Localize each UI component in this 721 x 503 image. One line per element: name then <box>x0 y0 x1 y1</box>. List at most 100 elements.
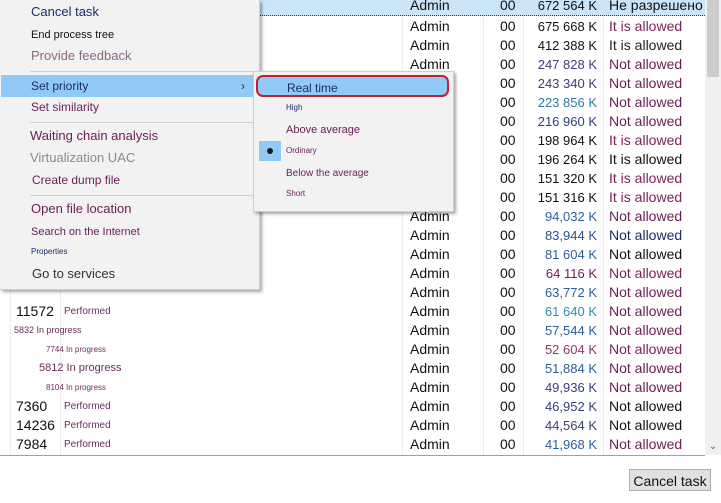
priority-below-average[interactable]: Below the average <box>254 164 453 184</box>
submenu-item-label: Real time <box>287 81 338 95</box>
memory-cell: 198 964 K <box>537 133 597 148</box>
menu-item-label: Open file location <box>31 201 132 216</box>
scroll-thumb[interactable] <box>707 0 719 77</box>
table-row[interactable]: 8104 In progress Admin 00 49,936 K Not allow… <box>0 378 705 397</box>
submenu-item-label: Above average <box>286 124 360 136</box>
status-cell: Performed <box>64 306 111 317</box>
uac-virtualization-cell: Not allowed <box>609 246 683 262</box>
memory-cell: 216 960 K <box>537 114 597 129</box>
menu-item-provide-feedback[interactable]: Provide feedback <box>0 45 259 67</box>
memory-cell: 61 640 K <box>544 304 597 319</box>
menu-item-label: Waiting chain analysis <box>30 128 159 143</box>
uac-virtualization-cell: It is allowed <box>609 18 683 34</box>
menu-item-set-priority[interactable]: Set priority › <box>1 75 255 97</box>
menu-item-waiting-chain-analysis[interactable]: Waiting chain analysis <box>0 125 259 147</box>
uac-virtualization-cell: Not allowed <box>609 360 683 376</box>
memory-cell: 83,944 K <box>544 228 597 243</box>
priority-above-average[interactable]: Above average <box>254 120 453 140</box>
user-cell: Admin <box>410 18 450 34</box>
memory-cell: 63,772 K <box>544 285 597 300</box>
menu-separator <box>30 195 256 196</box>
memory-cell: 94,032 K <box>544 209 597 224</box>
uac-virtualization-cell: Not allowed <box>609 265 683 281</box>
cancel-task-button[interactable]: Cancel task <box>629 469 711 491</box>
memory-cell: 52 604 K <box>544 342 597 357</box>
table-row[interactable]: 5812 In progress Admin 00 51,884 K Not allow… <box>0 359 705 378</box>
memory-cell: 51,884 K <box>544 361 597 376</box>
status-cell: Performed <box>64 420 111 431</box>
status-cell: 8104 In progress <box>46 383 107 392</box>
menu-item-properties[interactable]: Properties <box>0 241 259 263</box>
table-row[interactable]: 2116ВыполняетсяСИСТЕМА0027,920 KНе разре… <box>0 454 705 455</box>
priority-submenu: Real time High Above average Ordinary Be… <box>253 71 454 212</box>
uac-virtualization-cell: Not allowed <box>609 379 683 395</box>
radio-dot-icon <box>267 148 273 154</box>
memory-cell: 196 264 K <box>537 152 597 167</box>
submenu-item-label: Below the average <box>286 168 369 179</box>
menu-item-create-dump-file[interactable]: Create dump file <box>0 169 259 191</box>
uac-virtualization-cell: Not allowed <box>609 284 683 300</box>
vertical-scrollbar[interactable]: ⌄ <box>705 0 721 455</box>
uac-virtualization-cell: It is allowed <box>609 37 683 53</box>
menu-item-search-on-internet[interactable]: Search on the Internet <box>0 221 259 243</box>
memory-cell: 672 564 K <box>537 0 597 13</box>
memory-cell: 223 856 K <box>537 95 597 110</box>
uac-virtualization-cell: It is allowed <box>609 189 683 205</box>
user-cell: Admin <box>410 436 450 452</box>
status-cell: 5812 In progress <box>39 362 122 374</box>
priority-high[interactable]: High <box>254 98 453 118</box>
menu-item-label: Go to services <box>32 266 116 281</box>
pid-cell: 7984 <box>16 436 48 452</box>
menu-item-label: Provide feedback <box>31 48 132 63</box>
menu-item-go-to-services[interactable]: Go to services <box>0 263 259 285</box>
table-row[interactable]: 7744 In progress Admin 00 52 604 K Not allow… <box>0 340 705 359</box>
table-row[interactable]: 5832 In progress Admin 00 57,544 K Not allow… <box>0 321 705 340</box>
menu-item-virtualization-uac[interactable]: Virtualization UAC <box>0 147 259 169</box>
menu-item-label: Cancel task <box>31 4 99 19</box>
user-cell: Admin <box>410 246 450 262</box>
uac-virtualization-cell: Не разрешено <box>609 0 703 13</box>
menu-item-end-process-tree[interactable]: End process tree <box>0 24 259 46</box>
menu-item-open-file-location[interactable]: Open file location <box>0 198 259 220</box>
scroll-down-arrow-icon[interactable]: ⌄ <box>707 440 719 454</box>
status-cell: 7744 In progress <box>46 345 107 354</box>
priority-ordinary[interactable]: Ordinary <box>254 141 453 161</box>
user-cell: Admin <box>410 227 450 243</box>
status-cell: 5832 In progress <box>14 325 82 335</box>
uac-virtualization-cell: Not allowed <box>609 322 683 338</box>
submenu-item-label: High <box>286 103 303 112</box>
memory-cell: 49,936 K <box>544 380 597 395</box>
menu-item-label: Properties <box>31 247 68 256</box>
menu-item-cancel-task[interactable]: Cancel task <box>0 1 259 23</box>
table-row[interactable]: 14236 Performed Admin 00 44,564 K Not allowed <box>0 416 705 435</box>
menu-item-set-similarity[interactable]: Set similarity <box>0 96 259 118</box>
table-row[interactable]: 7360 Performed Admin 00 46,952 K Not allowed <box>0 397 705 416</box>
memory-cell: 41,968 K <box>544 437 597 452</box>
priority-short[interactable]: Short <box>254 184 453 204</box>
table-row[interactable]: 11572 Performed Admin 00 61 640 K Not allowed <box>0 302 705 321</box>
user-cell: Admin <box>410 303 450 319</box>
menu-item-label: Set similarity <box>31 100 100 114</box>
uac-virtualization-cell: Not allowed <box>609 417 683 433</box>
selected-radio-indicator <box>259 141 281 161</box>
menu-item-label: Set priority <box>31 79 89 93</box>
uac-virtualization-cell: Not allowed <box>609 94 683 110</box>
memory-cell: 64 116 K <box>545 266 597 281</box>
uac-virtualization-cell: Not allowed <box>609 436 683 452</box>
user-cell: Admin <box>410 0 450 13</box>
chevron-right-icon: › <box>241 79 245 93</box>
memory-cell: 151 316 K <box>537 190 597 205</box>
uac-virtualization-cell: It is allowed <box>609 170 683 186</box>
user-cell: Admin <box>410 417 450 433</box>
memory-cell: 44,564 K <box>544 418 597 433</box>
pid-cell: 2116 <box>16 454 60 455</box>
menu-item-label: Search on the Internet <box>31 226 140 238</box>
priority-real-time[interactable]: Real time <box>256 75 449 97</box>
uac-virtualization-cell: Не разрешено <box>609 454 703 455</box>
status-cell: Выполняется <box>64 454 126 455</box>
user-cell: СИСТЕМА <box>410 454 479 455</box>
user-cell: Admin <box>410 284 450 300</box>
table-row[interactable]: 7984 Performed Admin 00 41,968 K Not allowed <box>0 435 705 454</box>
uac-virtualization-cell: Not allowed <box>609 56 683 72</box>
uac-virtualization-cell: Not allowed <box>609 303 683 319</box>
